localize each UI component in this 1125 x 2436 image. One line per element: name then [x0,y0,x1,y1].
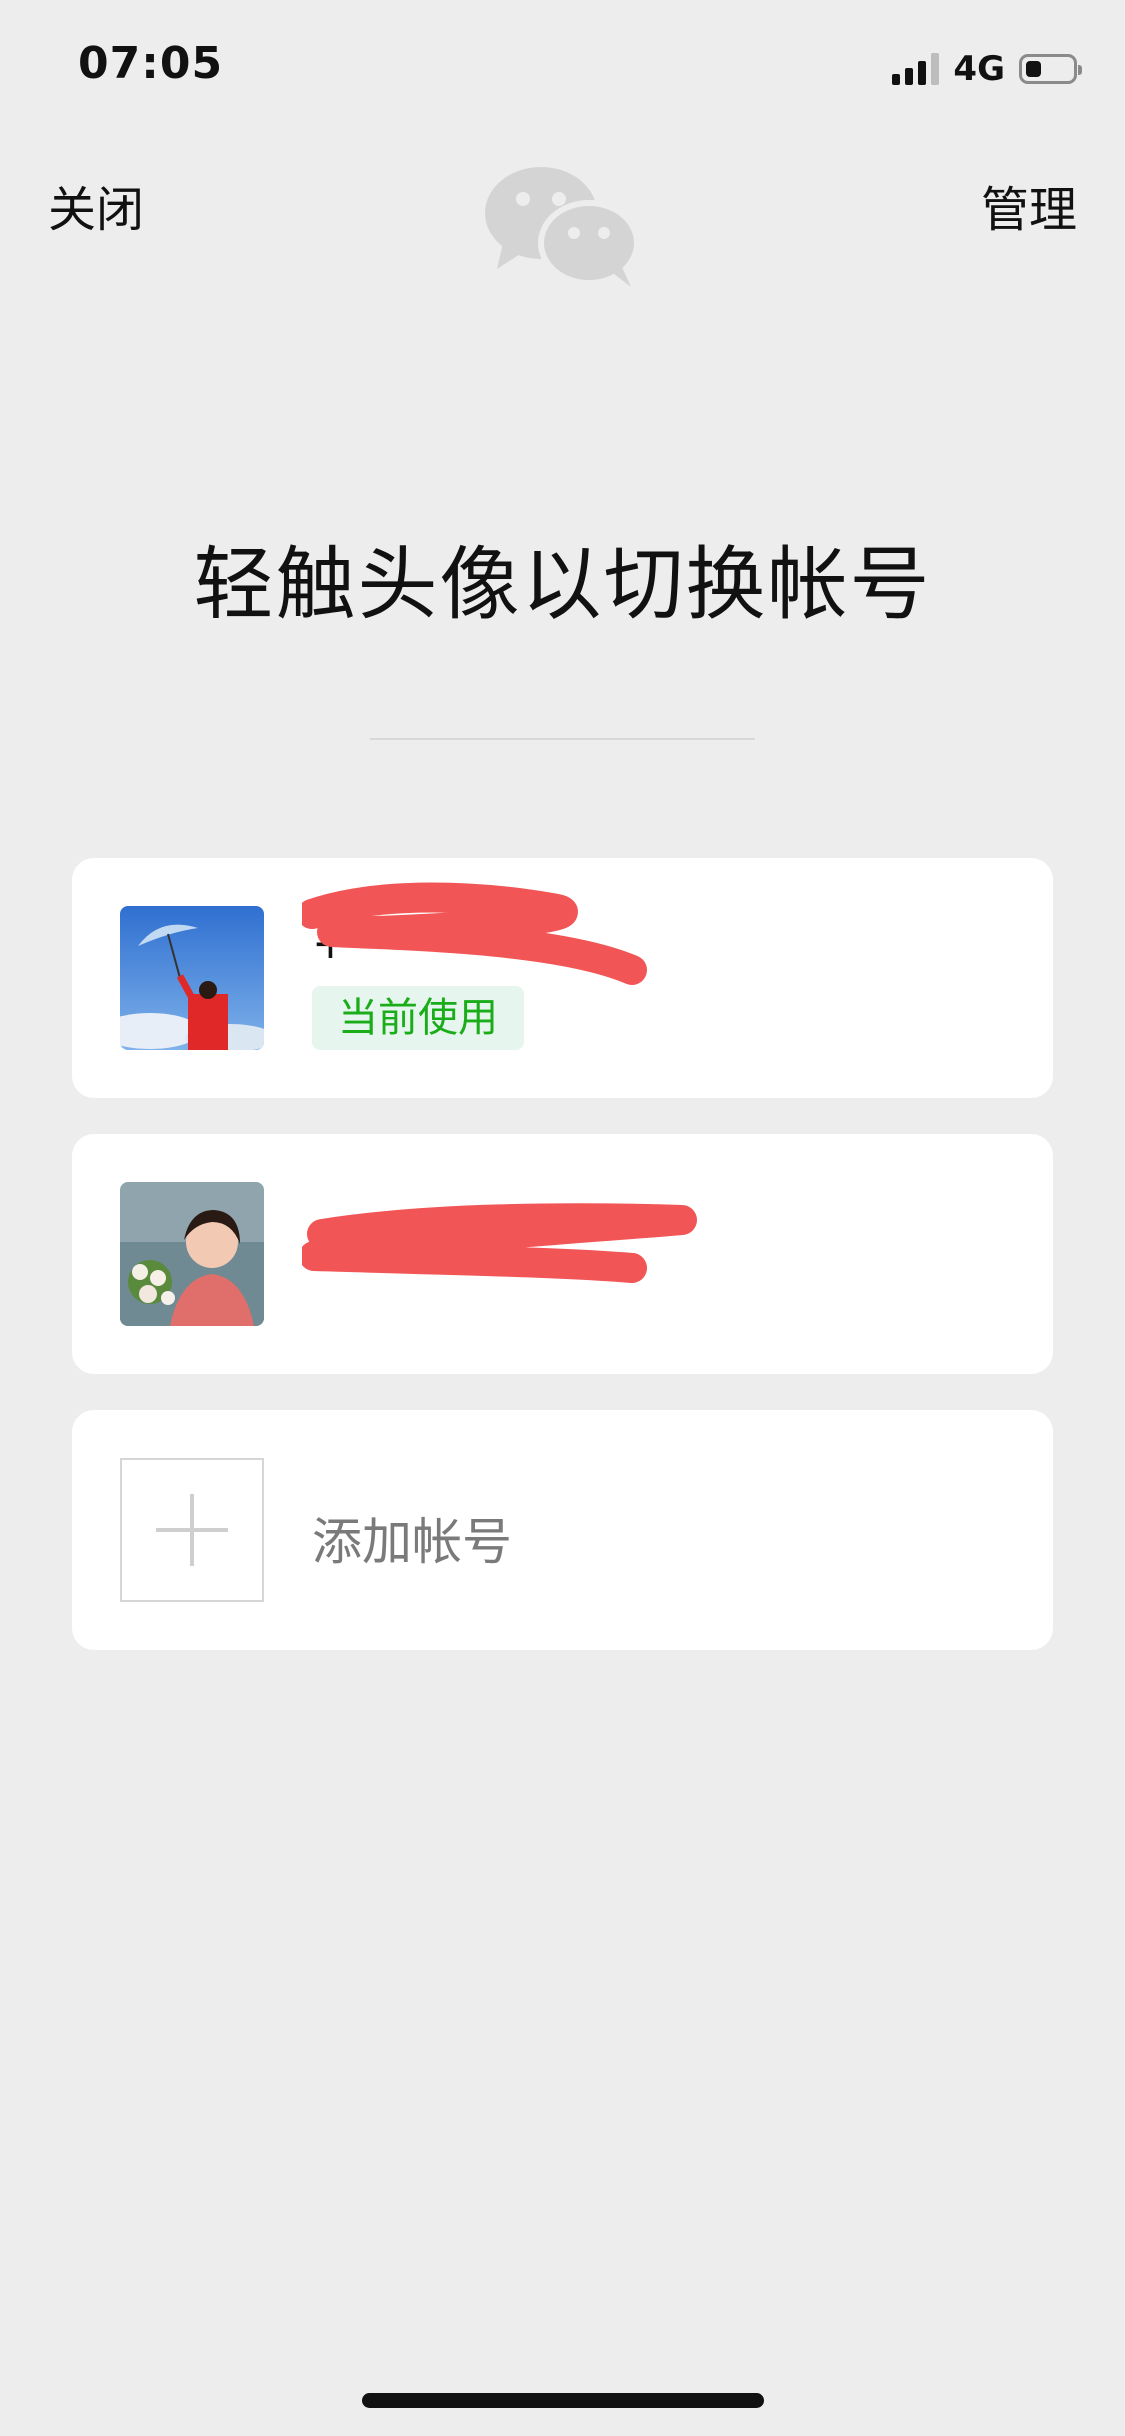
manage-button[interactable]: 管理 [981,170,1077,240]
network-type: 4G [953,49,1005,89]
current-account-badge: 当前使用 [312,986,524,1050]
battery-icon [1019,54,1082,84]
add-account-button[interactable] [120,1458,264,1602]
wechat-logo-icon [485,167,640,287]
plus-icon [156,1494,228,1566]
avatar-woman-flowers-photo [120,1182,264,1326]
status-time: 07:05 [78,38,224,89]
status-indicators: 4G [892,44,1082,94]
account-name: x [312,1226,339,1277]
battery-level [1026,61,1041,77]
avatar[interactable] [120,906,264,1050]
account-card[interactable]: x [72,1134,1053,1374]
page-title: 轻触头像以切换帐号 [193,538,932,631]
home-indicator[interactable] [362,2393,764,2408]
add-account-label: 添加帐号 [312,1513,512,1571]
close-button[interactable]: 关闭 [48,170,144,240]
avatar-umbrella-photo [120,906,264,1050]
redaction-scribble [302,1203,697,1283]
add-account-card[interactable]: 添加帐号 [72,1410,1053,1650]
avatar[interactable] [120,1182,264,1326]
account-name: + [312,918,349,969]
signal-icon [892,53,940,85]
account-card-current[interactable]: + 当前使用 [72,858,1053,1098]
redaction-scribble [302,882,647,985]
divider [370,738,755,740]
